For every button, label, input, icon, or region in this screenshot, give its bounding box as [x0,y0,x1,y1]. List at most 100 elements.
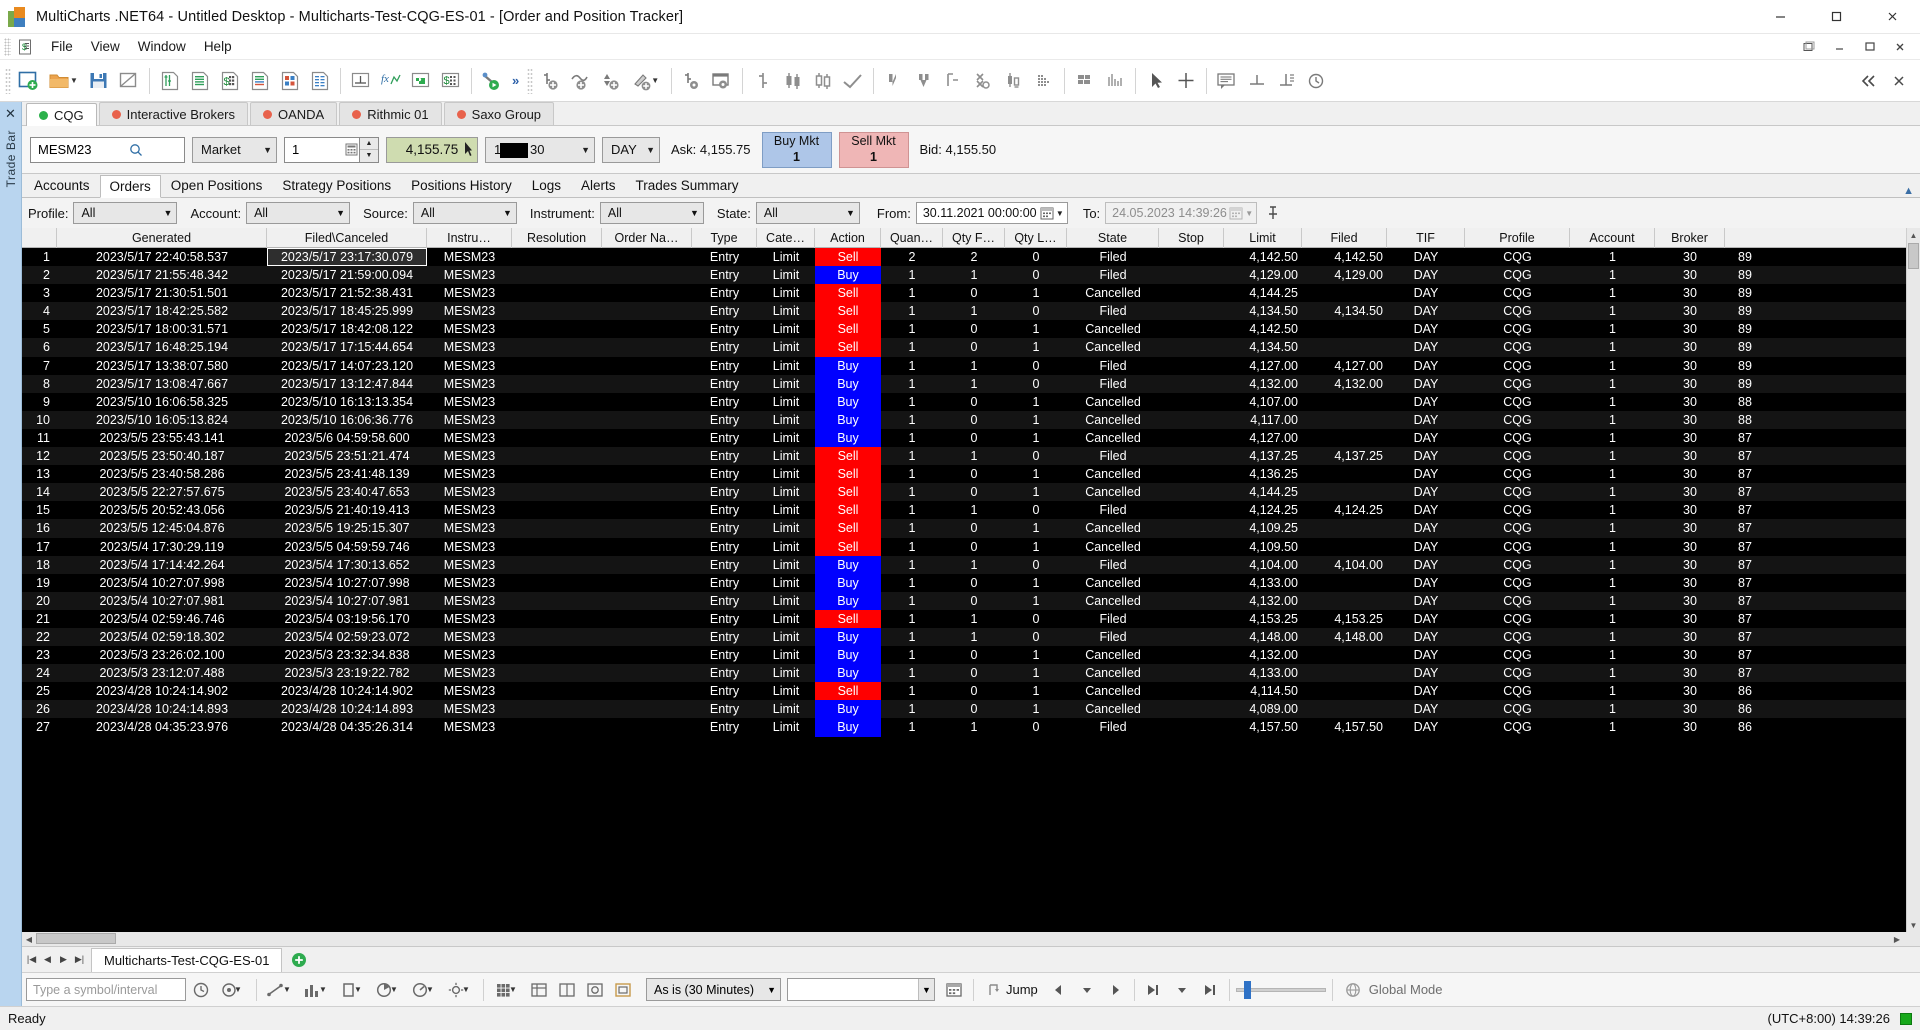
table-icon[interactable] [526,977,552,1003]
tab-strategy-positions[interactable]: Strategy Positions [272,174,401,197]
header-instrument[interactable]: Instru… [427,227,512,248]
market-depth-icon[interactable]: $ [215,65,245,97]
header-action[interactable]: Action [815,227,881,248]
chevron-down-icon[interactable]: ▼ [283,985,291,994]
workspace-prev-icon[interactable]: ◀ [40,950,55,970]
add-drawing-dropdown-caret[interactable]: ▼ [651,76,659,85]
broker-tab-saxo[interactable]: Saxo Group [443,102,555,125]
table-row[interactable]: 27 2023/4/28 04:35:23.976 2023/4/28 04:35:… [22,718,1920,737]
search-icon[interactable] [129,143,180,157]
strategy-automation-icon[interactable] [477,65,507,97]
mdi-restore-icon[interactable] [1796,36,1824,58]
mdi-maximize-icon[interactable] [1856,36,1884,58]
table-row[interactable]: 23 2023/5/3 23:26:02.100 2023/5/3 23:32:34… [22,646,1920,665]
frame-icon[interactable] [610,977,636,1003]
horizontal-line-icon[interactable] [1242,65,1272,97]
calendar-dropdown[interactable]: ▼ [1040,206,1067,220]
order-type-select[interactable]: Market ▼ [192,136,277,163]
quantity-stepper[interactable]: ▲ ▼ [360,136,379,163]
add-signal-icon[interactable] [596,65,626,97]
rectangle-icon[interactable]: ▼ [335,977,369,1003]
new-workspace-icon[interactable] [14,65,44,97]
tab-positions-history[interactable]: Positions History [401,174,522,197]
chevron-down-icon[interactable]: ▼ [918,979,934,1000]
bar-chart-style-icon[interactable] [748,65,778,97]
crosshair-icon[interactable] [1171,65,1201,97]
state-filter-select[interactable]: All ▼ [755,202,860,224]
chevron-down-icon[interactable]: ▼ [509,985,517,994]
table-row[interactable]: 2 2023/5/17 21:55:48.342 2023/5/17 21:59:0… [22,266,1920,285]
header-order-name[interactable]: Order Na… [602,227,692,248]
hot-lists-icon[interactable] [346,65,376,97]
circle-icon[interactable] [582,977,608,1003]
sell-market-button[interactable]: Sell Mkt 1 [838,131,909,168]
quote-manager-icon[interactable] [185,65,215,97]
profile-filter-select[interactable]: All ▼ [73,202,178,224]
clock-settings-icon[interactable]: ▼ [216,977,250,1003]
pointer-icon[interactable] [1141,65,1171,97]
symbol-input[interactable]: MESM23 [30,136,185,163]
menu-grip-handle[interactable] [4,37,11,56]
header-limit[interactable]: Limit [1224,227,1302,248]
tab-logs[interactable]: Logs [522,174,571,197]
menu-window[interactable]: Window [129,37,195,56]
dollar-grid-icon[interactable]: $ [436,65,466,97]
table-row[interactable]: 8 2023/5/17 13:08:47.667 2023/5/17 13:12:4… [22,374,1920,393]
market-scanner-icon[interactable] [305,65,335,97]
tab-accounts[interactable]: Accounts [24,174,100,197]
save-icon[interactable] [84,65,114,97]
close-button[interactable] [1864,0,1920,34]
broker-tab-cqg[interactable]: CQG [26,103,97,126]
table-row[interactable]: 22 2023/5/4 02:59:18.302 2023/5/4 02:59:23… [22,627,1920,647]
open-folder-icon[interactable]: ▼ [44,65,84,97]
chevron-down-icon[interactable]: ▼ [319,985,327,994]
global-mode-button[interactable]: Global Mode [1339,982,1443,998]
line-chart-style-icon[interactable] [838,65,868,97]
table-row[interactable]: 18 2023/5/4 17:14:42.264 2023/5/4 17:30:13… [22,555,1920,574]
header-qty-left[interactable]: Qty L… [1005,227,1067,248]
formula-icon[interactable]: fx [376,65,406,97]
table-row[interactable]: 24 2023/5/3 23:12:07.488 2023/5/3 23:19:22… [22,664,1920,683]
header-resolution[interactable]: Resolution [512,227,602,248]
sun-icon[interactable]: ▼ [443,977,477,1003]
account-filter-select[interactable]: All ▼ [246,202,351,224]
nav-next-icon[interactable] [1102,977,1128,1003]
dot-chart-icon[interactable] [1029,65,1059,97]
pie-icon[interactable]: ▼ [371,977,405,1003]
clock-icon[interactable] [188,977,214,1003]
header-qty-filled[interactable]: Qty F… [943,227,1005,248]
bar-up-style-icon[interactable] [909,65,939,97]
toolbar-close-icon[interactable] [1884,65,1914,97]
gauge-icon[interactable]: ▼ [407,977,441,1003]
tab-alerts[interactable]: Alerts [571,174,626,197]
table-row[interactable]: 25 2023/4/28 10:24:14.902 2023/4/28 10:24:… [22,682,1920,701]
grid-icon[interactable]: ▼ [490,977,524,1003]
account-select[interactable]: 1██30 1 30 ▼ [485,136,595,163]
bar-down-style-icon[interactable] [879,65,909,97]
header-broker[interactable]: Broker [1655,227,1725,248]
table-row[interactable]: 17 2023/5/4 17:30:29.119 2023/5/5 04:59:59… [22,537,1920,556]
from-date-input[interactable]: 30.11.2021 00:00:00 ▼ [915,202,1068,224]
header-filled-canceled[interactable]: Filed\Canceled [267,227,427,248]
table-row[interactable]: 1 2023/5/17 22:40:58.537 2023/5/17 23:17:3… [22,248,1920,267]
bottom-text-input[interactable]: ▼ [787,978,935,1001]
orders-grid-body[interactable]: 1 2023/5/17 22:40:58.537 2023/5/17 23:17:3… [22,248,1920,932]
vscroll-thumb[interactable] [1908,243,1919,269]
price-input[interactable]: 4,155.75 [386,136,478,163]
forward-menu-icon[interactable] [1169,977,1195,1003]
vscroll-down-arrow-icon[interactable]: ▼ [1907,918,1920,932]
menu-help[interactable]: Help [195,37,241,56]
tab-orders[interactable]: Orders [99,175,161,198]
table-row[interactable]: 5 2023/5/17 18:00:31.571 2023/5/17 18:42:0… [22,320,1920,339]
chevron-down-icon[interactable]: ▼ [462,985,470,994]
skip-end-icon[interactable] [1197,977,1223,1003]
tab-scroll-indicator[interactable]: ▲ [1903,185,1920,197]
header-state[interactable]: State [1067,227,1159,248]
zoom-slider-thumb[interactable] [1243,980,1251,999]
nav-prev-menu-icon[interactable] [1074,977,1100,1003]
grid-vertical-scrollbar[interactable]: ▲ ▼ [1906,228,1920,932]
mdi-minimize-icon[interactable] [1826,36,1854,58]
header-type[interactable]: Type [692,227,757,248]
candlestick-hollow-icon[interactable] [808,65,838,97]
table-row[interactable]: 21 2023/5/4 02:59:46.746 2023/5/4 03:19:56… [22,609,1920,628]
